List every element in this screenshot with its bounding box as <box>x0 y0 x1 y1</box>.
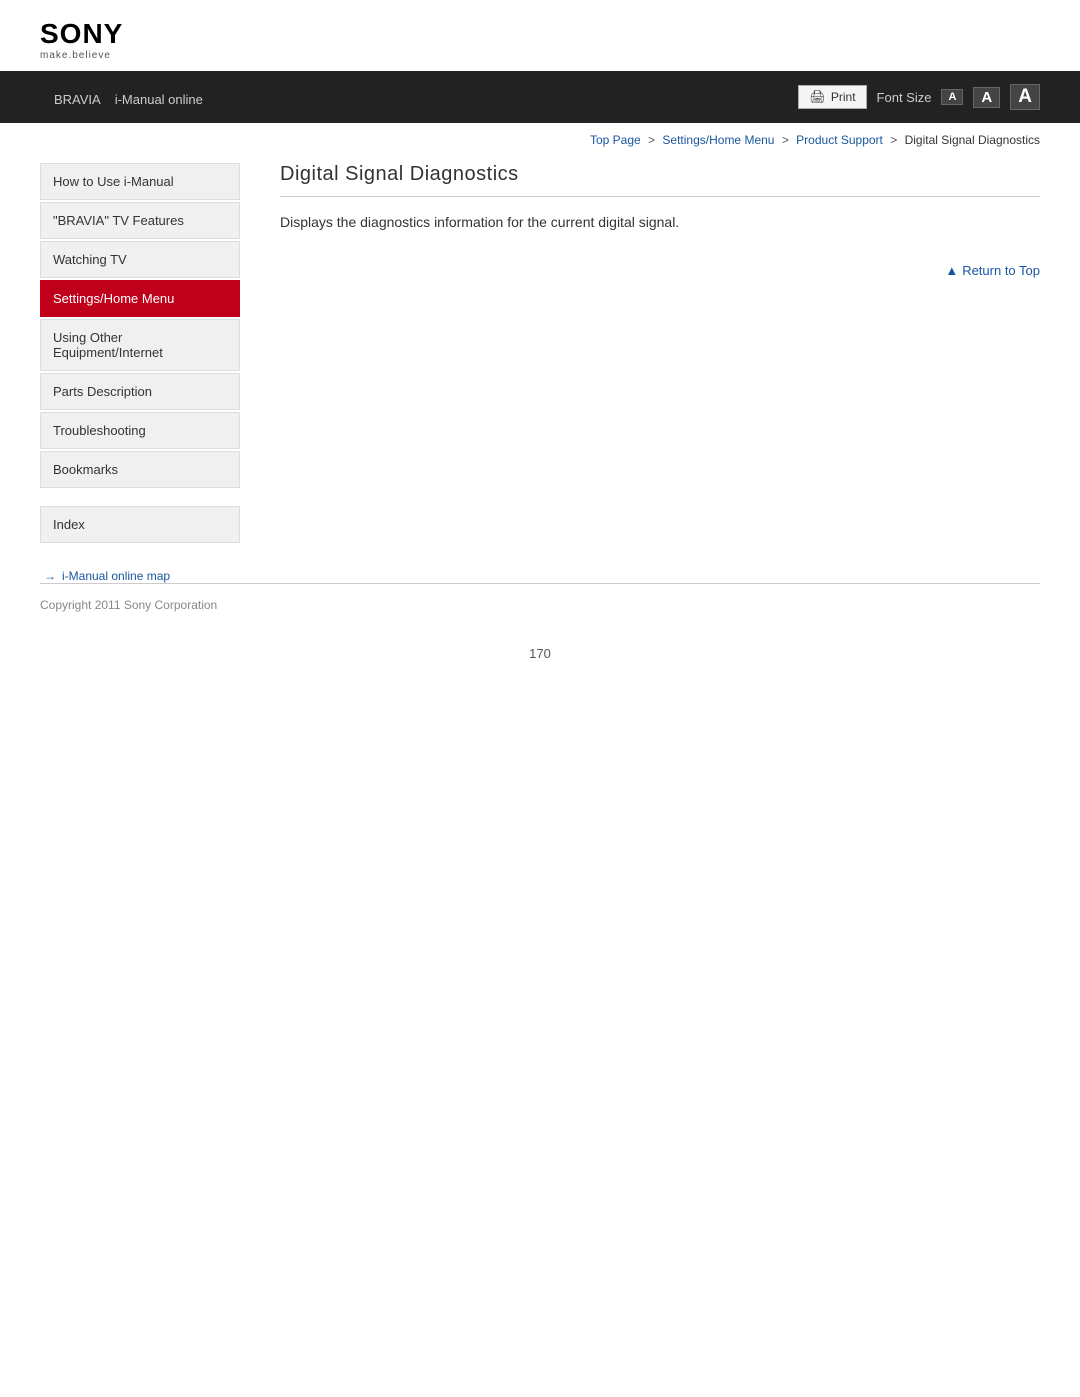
breadcrumb: Top Page > Settings/Home Menu > Product … <box>0 123 1080 153</box>
sidebar-item-bookmarks[interactable]: Bookmarks <box>40 451 240 488</box>
bravia-title-text: BRAVIA <box>54 92 101 107</box>
main-layout: How to Use i-Manual "BRAVIA" TV Features… <box>0 153 1080 583</box>
footer: Copyright 2011 Sony Corporation <box>0 584 1080 626</box>
return-to-top-row: ▲ Return to Top <box>280 253 1040 288</box>
sidebar-gap-2 <box>40 545 240 561</box>
breadcrumb-settings[interactable]: Settings/Home Menu <box>662 133 774 147</box>
nav-bar-right: 🖨 Print Font Size A A A <box>798 84 1040 110</box>
font-medium-button[interactable]: A <box>973 87 1000 108</box>
map-link-text: i-Manual online map <box>62 569 170 583</box>
sidebar-item-bravia-features[interactable]: "BRAVIA" TV Features <box>40 202 240 239</box>
sidebar-item-watching-tv[interactable]: Watching TV <box>40 241 240 278</box>
font-large-button[interactable]: A <box>1010 84 1040 110</box>
return-to-top-link[interactable]: ▲ Return to Top <box>945 263 1040 278</box>
top-header: SONY make.believe <box>0 0 1080 71</box>
nav-bar-left: BRAVIA i-Manual online <box>40 84 203 110</box>
sony-logo: SONY make.believe <box>40 18 1040 61</box>
sidebar-item-troubleshooting[interactable]: Troubleshooting <box>40 412 240 449</box>
breadcrumb-sep-2: > <box>782 133 789 147</box>
manual-subtitle: i-Manual online <box>115 92 203 107</box>
breadcrumb-sep-1: > <box>648 133 655 147</box>
print-label: Print <box>831 90 856 104</box>
font-size-label: Font Size <box>877 90 932 105</box>
return-to-top-text: Return to Top <box>962 263 1040 278</box>
breadcrumb-current: Digital Signal Diagnostics <box>905 133 1040 147</box>
print-button[interactable]: 🖨 Print <box>798 85 866 109</box>
sidebar-map-link[interactable]: → i-Manual online map <box>40 561 240 583</box>
font-small-button[interactable]: A <box>941 89 963 105</box>
sidebar-item-settings-home[interactable]: Settings/Home Menu <box>40 280 240 317</box>
sidebar-item-how-to-use[interactable]: How to Use i-Manual <box>40 163 240 200</box>
page-number: 170 <box>0 626 1080 681</box>
return-to-top-icon: ▲ <box>945 263 958 278</box>
page-description: Displays the diagnostics information for… <box>280 211 1040 233</box>
print-icon: 🖨 <box>809 89 826 105</box>
copyright-text: Copyright 2011 Sony Corporation <box>40 598 217 612</box>
sidebar-item-parts-description[interactable]: Parts Description <box>40 373 240 410</box>
breadcrumb-sep-3: > <box>890 133 897 147</box>
page-title: Digital Signal Diagnostics <box>280 163 1040 197</box>
breadcrumb-product-support[interactable]: Product Support <box>796 133 883 147</box>
breadcrumb-top-page[interactable]: Top Page <box>590 133 641 147</box>
sidebar-item-index[interactable]: Index <box>40 506 240 543</box>
bravia-title: BRAVIA i-Manual online <box>40 84 203 110</box>
arrow-icon: → <box>44 569 56 583</box>
sony-tagline: make.believe <box>40 50 111 61</box>
nav-bar: BRAVIA i-Manual online 🖨 Print Font Size … <box>0 71 1080 123</box>
sony-logo-text: SONY <box>40 18 123 50</box>
sidebar-gap <box>40 490 240 506</box>
sidebar-item-using-other[interactable]: Using Other Equipment/Internet <box>40 319 240 371</box>
content-area: Digital Signal Diagnostics Displays the … <box>240 153 1040 583</box>
sidebar: How to Use i-Manual "BRAVIA" TV Features… <box>40 153 240 583</box>
